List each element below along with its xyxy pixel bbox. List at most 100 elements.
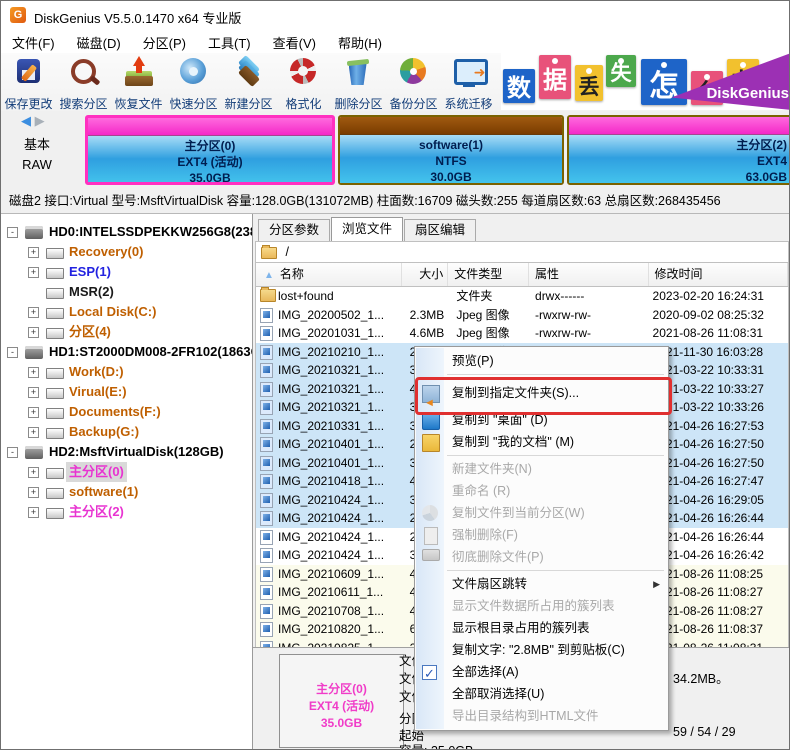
tree-expander-icon[interactable]: -	[7, 347, 18, 358]
tree-expander-icon[interactable]: +	[28, 327, 39, 338]
toolbar-button[interactable]: 快速分区	[166, 53, 221, 111]
tree-expander-icon[interactable]: +	[28, 367, 39, 378]
context-menu-item-icon	[422, 549, 440, 561]
file-row[interactable]: IMG_20201031_1... 4.6MB Jpeg 图像 -rwxrw-r…	[256, 324, 788, 343]
tree-node[interactable]: - HD2:MsftVirtualDisk(128GB)	[1, 442, 252, 462]
file-mtime: 2020-09-02 08:25:32	[652, 307, 764, 322]
drive-icon	[46, 488, 64, 499]
partition-nav[interactable]: ◀ ▶	[21, 113, 45, 129]
mini-partition-box[interactable]: 主分区(0) EXT4 (活动) 35.0GB	[279, 654, 404, 748]
context-menu-item[interactable]: 导出目录结构到HTML文件	[415, 705, 668, 727]
context-menu-item[interactable]: 彻底删除文件(P)	[415, 546, 668, 568]
toolbar-button[interactable]: 恢复文件	[111, 53, 166, 111]
context-menu-item-icon	[422, 620, 438, 636]
tree-node[interactable]: + Work(D:)	[1, 362, 252, 382]
tree-node[interactable]: + 主分区(2)	[1, 502, 252, 522]
file-name: IMG_20210424_1...	[278, 492, 385, 507]
tab[interactable]: 分区参数	[258, 219, 331, 241]
file-type-icon	[260, 492, 273, 508]
tree-expander-icon[interactable]: +	[28, 467, 39, 478]
context-menu-item[interactable]: 强制删除(F)	[415, 524, 668, 546]
tree-node[interactable]: MSR(2)	[1, 282, 252, 302]
tree-node[interactable]: + 分区(4)	[1, 322, 252, 342]
tree-expander-icon[interactable]: -	[7, 227, 18, 238]
partition-color-strip	[88, 118, 332, 136]
tree-expander-icon[interactable]: +	[28, 407, 39, 418]
toolbar-icon	[343, 56, 375, 88]
tree-expander-icon[interactable]: -	[7, 447, 18, 458]
menu-bar-item[interactable]: 工具(T)	[197, 29, 262, 52]
tree-expander-icon[interactable]: +	[28, 267, 39, 278]
context-menu-item[interactable]: 全部选择(A)	[415, 661, 668, 685]
tree-node[interactable]: - HD1:ST2000DM008-2FR102(1863GB)	[1, 342, 252, 362]
tree-node[interactable]: + Backup(G:)	[1, 422, 252, 442]
context-menu-item[interactable]: 显示文件数据所占用的簇列表	[415, 595, 668, 617]
tab[interactable]: 扇区编辑	[404, 219, 477, 241]
mini-partition-size: 35.0GB	[320, 716, 363, 730]
toolbar-button[interactable]: 备份分区	[386, 53, 441, 111]
tree-node[interactable]: + Documents(F:)	[1, 402, 252, 422]
file-name: IMG_20210418_1...	[278, 474, 385, 488]
tree-expander-icon[interactable]: +	[28, 307, 39, 318]
tree-expander-icon[interactable]: +	[28, 507, 39, 518]
toolbar-button[interactable]: 保存更改	[1, 53, 56, 111]
file-mtime: 2021-04-26 16:26:44	[652, 529, 764, 544]
context-menu-item[interactable]: 复制文字: "2.8MB" 到剪贴板(C)	[415, 639, 668, 661]
tree-node[interactable]: + Recovery(0)	[1, 242, 252, 262]
column-header-mtime[interactable]: 修改时间	[649, 263, 789, 286]
partition-block[interactable]: 主分区(0) EXT4 (活动) 35.0GB	[85, 115, 335, 185]
context-menu-item[interactable]: 复制到 "我的文档" (M)	[415, 431, 668, 453]
context-menu-item[interactable]: 文件扇区跳转 ▶	[415, 573, 668, 595]
tree-expander-icon[interactable]: +	[28, 387, 39, 398]
toolbar-label: 新建分区	[224, 97, 273, 111]
tree-node[interactable]: + 主分区(0)	[1, 462, 252, 482]
menu-bar-item[interactable]: 磁盘(D)	[66, 29, 132, 52]
tree-expander-icon[interactable]: +	[28, 247, 39, 258]
tree-expander-icon[interactable]: +	[28, 427, 39, 438]
banner-tag: 失	[606, 55, 636, 87]
menu-bar-item[interactable]: 分区(P)	[132, 29, 197, 52]
tree-node[interactable]: + Virual(E:)	[1, 382, 252, 402]
toolbar-button[interactable]: 新建分区	[221, 53, 276, 111]
column-header-attr[interactable]: 属性	[529, 263, 649, 286]
context-menu-item[interactable]: 新建文件夹(N)	[415, 458, 668, 480]
partition-block[interactable]: software(1) NTFS 30.0GB	[338, 115, 564, 185]
tree-node[interactable]: + ESP(1)	[1, 262, 252, 282]
context-menu-item-icon	[422, 505, 438, 521]
drive-icon	[25, 446, 43, 459]
disk-info-bar: 磁盘2 接口:Virtual 型号:MsftVirtualDisk 容量:128…	[1, 189, 789, 214]
file-row[interactable]: IMG_20200502_1... 2.3MB Jpeg 图像 -rwxrw-r…	[256, 306, 788, 325]
banner-tag: 丢	[575, 65, 603, 101]
context-menu-item-label: 显示根目录占用的簇列表	[452, 621, 590, 635]
context-menu-item[interactable]: 复制文件到当前分区(W)	[415, 502, 668, 524]
banner-tag: 数	[503, 69, 535, 103]
context-menu-item[interactable]: 显示根目录占用的簇列表	[415, 617, 668, 639]
column-header-type[interactable]: 文件类型	[448, 263, 529, 286]
drive-icon	[46, 368, 64, 379]
menu-bar-item[interactable]: 查看(V)	[262, 29, 327, 52]
tree-node[interactable]: + Local Disk(C:)	[1, 302, 252, 322]
tree-node[interactable]: + software(1)	[1, 482, 252, 502]
context-menu-item[interactable]: 预览(P)	[415, 350, 668, 372]
tree-node[interactable]: - HD0:INTELSSDPEKKW256G8(238GB)	[1, 222, 252, 242]
column-header-name[interactable]: ▲ 名称	[256, 263, 403, 286]
file-mtime: 2021-08-26 11:08:37	[652, 622, 764, 636]
toolbar-icon	[13, 56, 45, 88]
tree-expander-icon[interactable]: +	[28, 487, 39, 498]
file-row[interactable]: lost+found 文件夹 drwx------ 2023-02-20 16:…	[256, 287, 788, 306]
toolbar-button[interactable]: 系统迁移	[441, 53, 496, 111]
file-mtime: 2021-08-26 11:08:27	[652, 585, 764, 599]
context-menu-item[interactable]: 全部取消选择(U)	[415, 683, 668, 705]
partition-map-panel: ◀ ▶ 基本 RAW 主分区(0) EXT4 (活动) 35.0GB softw…	[1, 111, 789, 189]
toolbar-button[interactable]: 格式化	[276, 53, 331, 111]
tab[interactable]: 浏览文件	[331, 217, 404, 241]
tree-node-label: Documents(F:)	[69, 404, 161, 419]
file-mtime: 2021-08-26 11:08:31	[649, 639, 788, 648]
menu-bar-item[interactable]: 文件(F)	[1, 29, 66, 52]
menu-bar-item[interactable]: 帮助(H)	[327, 29, 393, 52]
toolbar-button[interactable]: 搜索分区	[56, 53, 111, 111]
toolbar-button[interactable]: 删除分区	[331, 53, 386, 111]
partition-block[interactable]: 主分区(2) EXT4 63.0GB	[567, 115, 789, 185]
column-header-size[interactable]: 大小	[402, 263, 449, 286]
context-menu-item[interactable]: 重命名 (R)	[415, 480, 668, 502]
